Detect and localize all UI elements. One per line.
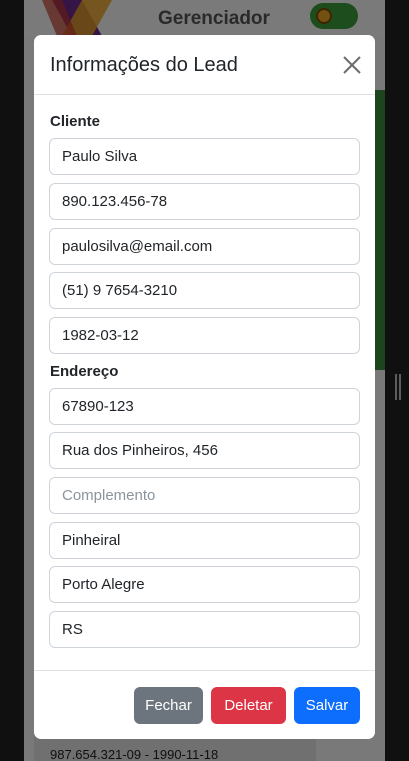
phone-field[interactable] [49, 272, 360, 309]
city-field[interactable] [49, 566, 360, 603]
client-section-label: Cliente [50, 113, 101, 130]
cpf-field[interactable] [49, 183, 360, 220]
save-button[interactable]: Salvar [294, 687, 360, 724]
email-field[interactable] [49, 228, 360, 265]
lead-info-modal: Informações do Lead Cliente Endereço Fec… [34, 35, 375, 739]
complement-field[interactable] [49, 477, 360, 514]
cep-field[interactable] [49, 388, 360, 425]
state-field[interactable] [49, 611, 360, 648]
close-button[interactable]: Fechar [134, 687, 203, 724]
street-field[interactable] [49, 432, 360, 469]
modal-footer: Fechar Deletar Salvar [34, 670, 375, 739]
close-icon[interactable] [340, 53, 364, 77]
modal-header: Informações do Lead [34, 35, 375, 95]
name-field[interactable] [49, 138, 360, 175]
birthdate-field[interactable] [49, 317, 360, 354]
delete-button[interactable]: Deletar [211, 687, 286, 724]
address-section-label: Endereço [50, 363, 119, 380]
neighborhood-field[interactable] [49, 522, 360, 559]
modal-title: Informações do Lead [50, 54, 238, 76]
